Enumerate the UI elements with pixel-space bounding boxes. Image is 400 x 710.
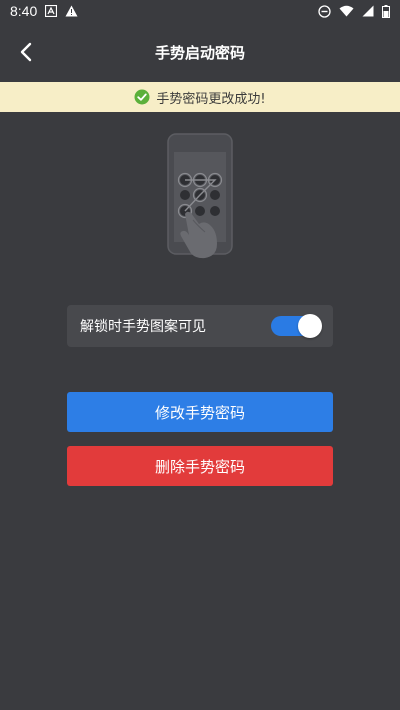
delete-gesture-password-button[interactable]: 删除手势密码 (67, 446, 333, 486)
gesture-phone-illustration (165, 132, 245, 262)
modify-gesture-password-button[interactable]: 修改手势密码 (67, 392, 333, 432)
success-banner: 手势密码更改成功! (0, 82, 400, 112)
pattern-visible-setting: 解锁时手势图案可见 (67, 305, 333, 347)
screen: 8:40 手势启动密码 手势密码更改成功! 解锁时手势图案可见 修改手势密码 删… (0, 0, 400, 710)
back-button[interactable] (10, 36, 42, 68)
a-box-icon (45, 5, 58, 17)
wifi-icon (339, 5, 354, 17)
pattern-visible-label: 解锁时手势图案可见 (80, 319, 206, 335)
app-bar: 手势启动密码 (0, 22, 400, 82)
status-bar: 8:40 (0, 0, 400, 22)
pattern-visible-switch[interactable] (271, 314, 322, 338)
status-left: 8:40 (10, 3, 78, 19)
check-circle-icon (134, 89, 150, 105)
status-right (318, 4, 390, 18)
battery-icon (382, 4, 390, 18)
chevron-left-icon (19, 42, 33, 62)
page-title: 手势启动密码 (154, 43, 245, 62)
switch-knob (298, 314, 322, 338)
status-time: 8:40 (10, 3, 38, 19)
do-not-disturb-icon (318, 4, 331, 18)
banner-message: 手势密码更改成功! (156, 91, 266, 107)
signal-icon (362, 5, 374, 17)
warning-icon (65, 5, 78, 17)
